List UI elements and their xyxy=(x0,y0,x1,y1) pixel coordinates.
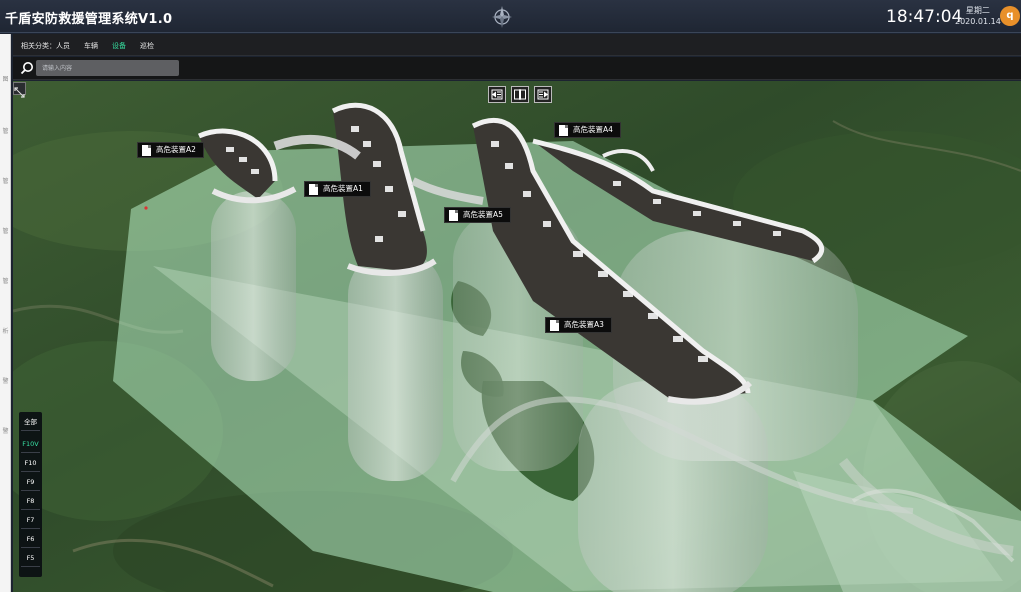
device-name: 高危装置A5 xyxy=(463,210,503,219)
filter-vehicles[interactable]: 车辆 xyxy=(84,41,98,51)
date: 2020.01.14 xyxy=(955,17,1001,26)
expand-icon xyxy=(14,87,25,98)
document-icon xyxy=(550,320,559,331)
filter-patrol[interactable]: 巡检 xyxy=(140,41,154,51)
device-name: 高危装置A4 xyxy=(573,125,613,134)
align-right-icon xyxy=(537,89,549,100)
rail-item[interactable]: 析 xyxy=(0,326,11,335)
device-label-a3[interactable]: 高危装置A3 xyxy=(545,317,612,333)
floor-selector: 全部 F10V F10 F9 F8 F7 F6 F5 xyxy=(19,412,42,577)
app-title: 千盾安防救援管理系统V1.0 xyxy=(5,12,173,27)
device-name: 高危装置A1 xyxy=(323,184,363,193)
app-header: 千盾安防救援管理系统V1.0 18:47:04 星期二 2020.01.14 q xyxy=(0,0,1021,33)
document-icon xyxy=(559,125,568,136)
date-block: 星期二 2020.01.14 xyxy=(955,5,1001,27)
device-label-a4[interactable]: 高危装置A4 xyxy=(554,122,621,138)
clock: 18:47:04 xyxy=(886,7,963,27)
avatar[interactable]: q xyxy=(1000,6,1020,26)
rail-item[interactable]: 管 xyxy=(0,176,11,185)
collapse-left-button[interactable] xyxy=(488,86,506,103)
floor-f9[interactable]: F9 xyxy=(21,474,40,491)
category-filter-bar: 相关分类： 人员 车辆 设备 巡检 xyxy=(13,34,1021,56)
rail-item[interactable]: 警 xyxy=(0,426,11,435)
floor-f5[interactable]: F5 xyxy=(21,550,40,567)
floor-f10[interactable]: F10 xyxy=(21,455,40,472)
rail-item[interactable]: 图 xyxy=(0,74,11,83)
compass-logo-icon xyxy=(492,6,512,28)
document-icon xyxy=(309,184,318,195)
device-label-a2[interactable]: 高危装置A2 xyxy=(137,142,204,158)
filter-equipment[interactable]: 设备 xyxy=(112,41,126,51)
split-view-icon xyxy=(514,89,526,100)
rail-item[interactable]: 警 xyxy=(0,376,11,385)
filter-label: 相关分类： xyxy=(21,42,56,50)
filter-personnel[interactable]: 人员 xyxy=(56,41,70,51)
search-bar xyxy=(13,57,1021,80)
device-label-a5[interactable]: 高危装置A5 xyxy=(444,207,511,223)
rail-item[interactable]: 管 xyxy=(0,126,11,135)
device-name: 高危装置A2 xyxy=(156,145,196,154)
floor-f8[interactable]: F8 xyxy=(21,493,40,510)
floor-f7[interactable]: F7 xyxy=(21,512,40,529)
search-icon[interactable] xyxy=(20,61,34,75)
fullscreen-button[interactable] xyxy=(13,82,26,98)
device-name: 高危装置A3 xyxy=(564,320,604,329)
floor-f10v[interactable]: F10V xyxy=(21,436,40,453)
collapse-right-button[interactable] xyxy=(534,86,552,103)
left-rail: 图 管 管 管 管 析 警 警 xyxy=(0,34,11,592)
rail-item[interactable]: 管 xyxy=(0,226,11,235)
document-icon xyxy=(449,210,458,221)
rail-item[interactable]: 管 xyxy=(0,276,11,285)
floor-f6[interactable]: F6 xyxy=(21,531,40,548)
search-input[interactable] xyxy=(36,60,179,76)
align-left-icon xyxy=(491,89,503,100)
document-icon xyxy=(142,145,151,156)
device-label-a1[interactable]: 高危装置A1 xyxy=(304,181,371,197)
weekday: 星期二 xyxy=(965,6,990,15)
floor-all[interactable]: 全部 xyxy=(21,414,40,431)
split-view-button[interactable] xyxy=(511,86,529,103)
